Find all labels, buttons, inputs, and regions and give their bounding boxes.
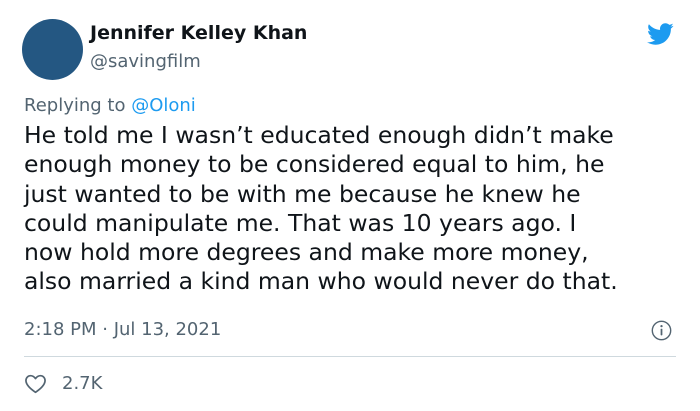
tweet-text-line: just wanted to be with me because he kne… bbox=[24, 179, 581, 208]
tweet-text: He told me I wasn’t educated enough didn… bbox=[24, 121, 684, 297]
like-button[interactable]: 2.7K bbox=[24, 371, 102, 395]
tweet-card: Jennifer Kelley Khan @savingfilm Replyin… bbox=[0, 0, 700, 411]
avatar[interactable] bbox=[22, 19, 83, 80]
tweet-text-line: could manipulate me. That was 10 years a… bbox=[24, 208, 577, 237]
tweet-text-line: He told me I wasn’t educated enough didn… bbox=[24, 121, 614, 149]
heart-icon[interactable] bbox=[24, 373, 47, 394]
twitter-bird-icon[interactable] bbox=[644, 20, 676, 48]
author-handle[interactable]: @savingfilm bbox=[90, 51, 201, 72]
author-name[interactable]: Jennifer Kelley Khan bbox=[90, 22, 307, 44]
tweet-timestamp[interactable]: 2:18 PM · Jul 13, 2021 bbox=[24, 319, 221, 340]
tweet-text-line: now hold more degrees and make more mone… bbox=[24, 238, 589, 267]
tweet-text-line: also married a kind man who would never … bbox=[24, 267, 618, 296]
tweet-text-line: enough money to be considered equal to h… bbox=[24, 150, 605, 179]
replying-to-label: Replying to bbox=[24, 95, 126, 116]
replying-to: Replying to @Oloni bbox=[24, 95, 196, 116]
like-count: 2.7K bbox=[62, 372, 103, 394]
divider bbox=[24, 356, 676, 357]
info-icon[interactable] bbox=[651, 320, 672, 341]
reply-mention-link[interactable]: @Oloni bbox=[131, 95, 196, 116]
